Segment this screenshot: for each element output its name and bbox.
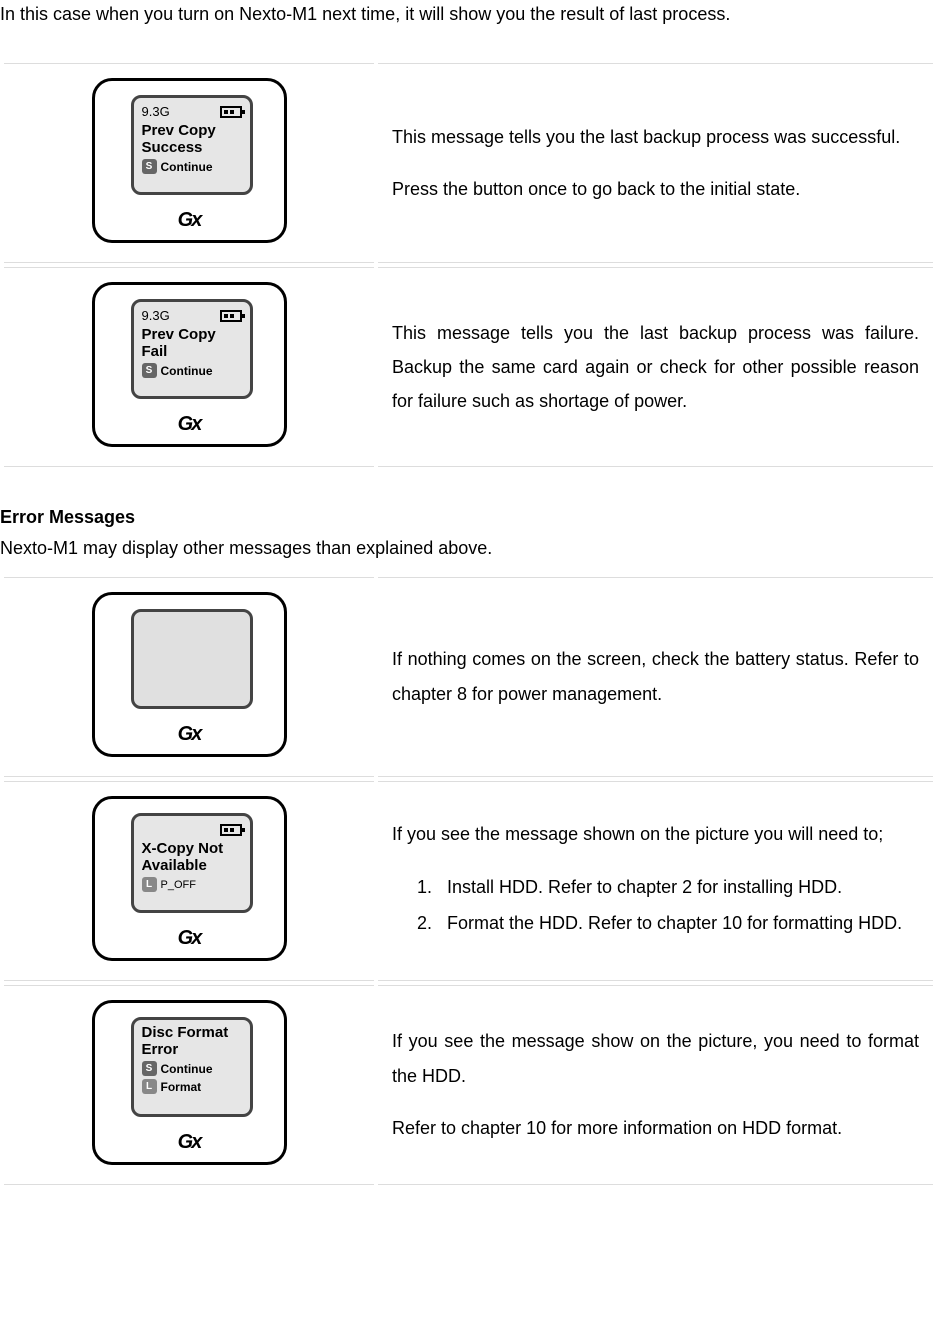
l-button-label: Format [161, 1080, 202, 1094]
device-screen: X-Copy Not Available L P_OFF [131, 813, 253, 913]
screen-line2: Error [142, 1041, 242, 1058]
device-illustration: Disc Format Error S Continue L Format Gx [92, 1000, 287, 1165]
battery-icon [220, 310, 242, 322]
description-cell: This message tells you the last backup p… [378, 267, 933, 467]
table-row: Disc Format Error S Continue L Format Gx I… [4, 985, 933, 1185]
brand-logo: Gx [178, 723, 201, 746]
s-button-icon: S [142, 363, 157, 378]
description-cell: If nothing comes on the screen, check th… [378, 577, 933, 777]
device-illustration: Gx [92, 592, 287, 757]
device-illustration: 9.3G Prev Copy Success S Continue Gx [92, 78, 287, 243]
description-para: If nothing comes on the screen, check th… [392, 642, 919, 710]
brand-logo: Gx [178, 209, 201, 232]
screen-line1: Disc Format [142, 1024, 242, 1041]
device-screen: 9.3G Prev Copy Success S Continue [131, 95, 253, 195]
screen-line1: X-Copy Not [142, 840, 242, 857]
screen-line2: Available [142, 857, 242, 874]
capacity-label: 9.3G [142, 104, 170, 119]
section-heading: Error Messages [0, 507, 937, 528]
intro-text: In this case when you turn on Nexto-M1 n… [0, 0, 937, 29]
s-button-label: Continue [161, 160, 213, 174]
description-para: If you see the message show on the pictu… [392, 1024, 919, 1092]
brand-logo: Gx [178, 413, 201, 436]
device-image-cell: X-Copy Not Available L P_OFF Gx [4, 781, 374, 981]
l-button-icon: L [142, 877, 157, 892]
brand-logo: Gx [178, 1131, 201, 1154]
table-row: X-Copy Not Available L P_OFF Gx If you se… [4, 781, 933, 981]
list-item: Format the HDD. Refer to chapter 10 for … [437, 906, 919, 940]
device-image-cell: 9.3G Prev Copy Success S Continue Gx [4, 63, 374, 263]
description-cell: If you see the message show on the pictu… [378, 985, 933, 1185]
device-illustration: 9.3G Prev Copy Fail S Continue Gx [92, 282, 287, 447]
list-item: Install HDD. Refer to chapter 2 for inst… [437, 870, 919, 904]
s-button-icon: S [142, 159, 157, 174]
screen-line1: Prev Copy [142, 326, 242, 343]
description-para: This message tells you the last backup p… [392, 120, 919, 154]
s-button-icon: S [142, 1061, 157, 1076]
l-button-label: P_OFF [161, 879, 196, 891]
table-prev-copy: 9.3G Prev Copy Success S Continue Gx This… [0, 59, 937, 471]
description-lead: If you see the message shown on the pict… [392, 817, 919, 851]
description-cell: This message tells you the last backup p… [378, 63, 933, 263]
capacity-label: 9.3G [142, 308, 170, 323]
table-row: 9.3G Prev Copy Success S Continue Gx This… [4, 63, 933, 263]
description-cell: If you see the message shown on the pict… [378, 781, 933, 981]
l-button-icon: L [142, 1079, 157, 1094]
device-image-cell: 9.3G Prev Copy Fail S Continue Gx [4, 267, 374, 467]
battery-icon [220, 824, 242, 836]
screen-line1: Prev Copy [142, 122, 242, 139]
device-illustration: X-Copy Not Available L P_OFF Gx [92, 796, 287, 961]
screen-line2: Success [142, 139, 242, 156]
device-screen: Disc Format Error S Continue L Format [131, 1017, 253, 1117]
battery-icon [220, 106, 242, 118]
table-row: Gx If nothing comes on the screen, check… [4, 577, 933, 777]
device-screen-blank [131, 609, 253, 709]
description-para: Refer to chapter 10 for more information… [392, 1111, 919, 1145]
device-image-cell: Disc Format Error S Continue L Format Gx [4, 985, 374, 1185]
section-text: Nexto-M1 may display other messages than… [0, 534, 937, 563]
instruction-list: Install HDD. Refer to chapter 2 for inst… [437, 870, 919, 940]
s-button-label: Continue [161, 1062, 213, 1076]
s-button-label: Continue [161, 364, 213, 378]
description-para: Press the button once to go back to the … [392, 172, 919, 206]
device-image-cell: Gx [4, 577, 374, 777]
device-screen: 9.3G Prev Copy Fail S Continue [131, 299, 253, 399]
description-para: This message tells you the last backup p… [392, 316, 919, 419]
screen-line2: Fail [142, 343, 242, 360]
table-error-messages: Gx If nothing comes on the screen, check… [0, 573, 937, 1189]
brand-logo: Gx [178, 927, 201, 950]
table-row: 9.3G Prev Copy Fail S Continue Gx This me… [4, 267, 933, 467]
